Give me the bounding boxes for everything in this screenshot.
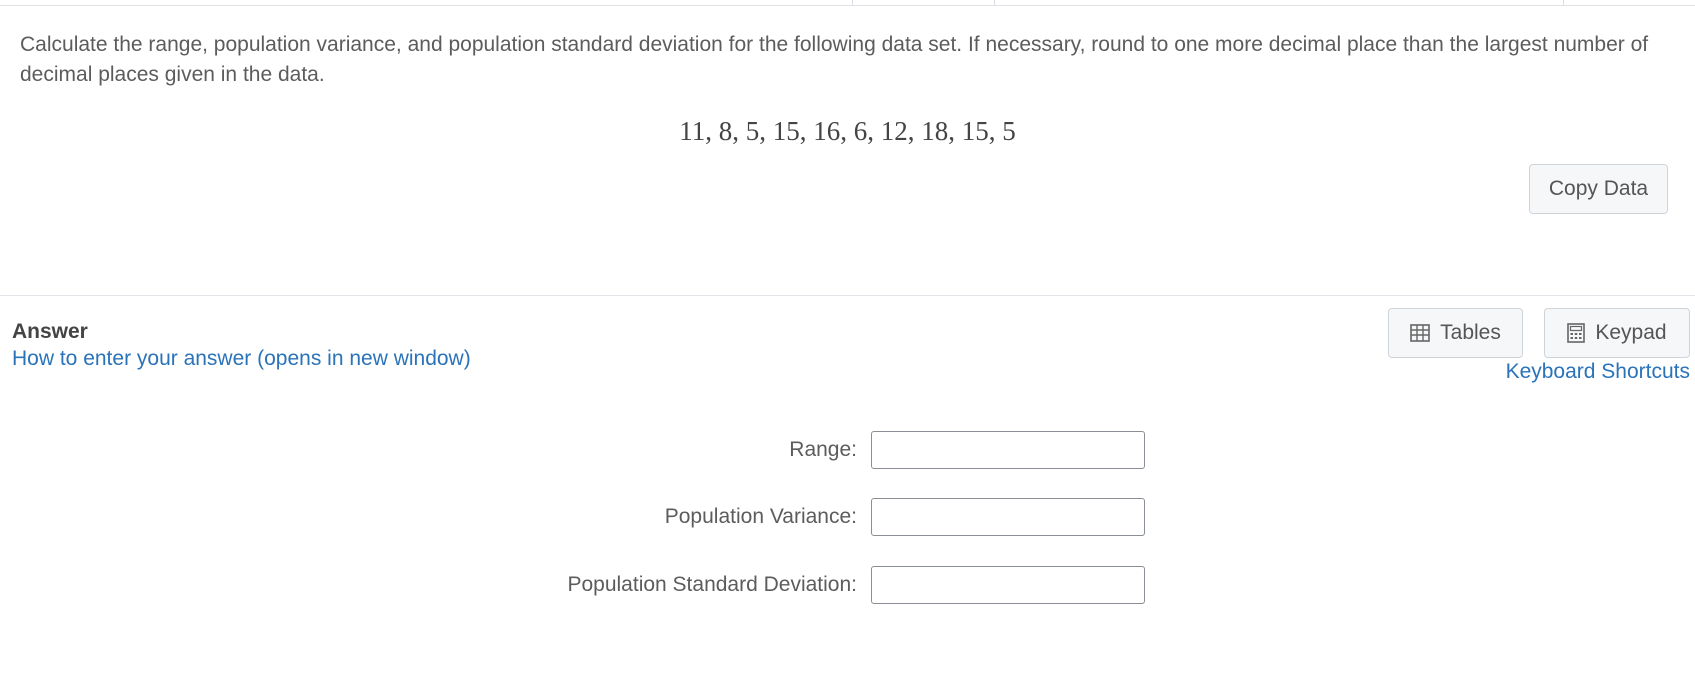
copy-data-button[interactable]: Copy Data <box>1529 164 1668 214</box>
tables-label: Tables <box>1440 321 1501 344</box>
population-std-dev-input[interactable] <box>871 566 1145 604</box>
population-variance-label: Population Variance: <box>664 505 857 528</box>
top-strip <box>0 0 1695 6</box>
strip-divider <box>1563 0 1564 5</box>
range-label: Range: <box>789 438 857 461</box>
section-divider <box>0 295 1695 296</box>
copy-data-label: Copy Data <box>1548 177 1649 200</box>
calculator-icon <box>1567 323 1586 343</box>
answer-heading: Answer <box>12 320 88 343</box>
question-text: Calculate the range, population variance… <box>20 33 1649 86</box>
strip-divider <box>994 0 995 5</box>
range-row: Range: <box>0 431 1695 469</box>
help-link[interactable]: How to enter your answer (opens in new w… <box>12 347 471 371</box>
population-variance-row: Population Variance: <box>0 498 1695 536</box>
population-std-dev-label: Population Standard Deviation: <box>567 573 857 596</box>
strip-divider <box>852 0 853 5</box>
keypad-button[interactable]: Keypad <box>1544 308 1690 358</box>
data-set: 11, 8, 5, 15, 16, 6, 12, 18, 15, 5 <box>679 116 1016 146</box>
table-icon <box>1410 324 1430 342</box>
keyboard-shortcuts-link[interactable]: Keyboard Shortcuts <box>1506 360 1690 384</box>
population-variance-input[interactable] <box>871 498 1145 536</box>
population-std-dev-row: Population Standard Deviation: <box>0 566 1695 604</box>
range-input[interactable] <box>871 431 1145 469</box>
keypad-label: Keypad <box>1595 321 1667 344</box>
tables-button[interactable]: Tables <box>1388 308 1523 358</box>
